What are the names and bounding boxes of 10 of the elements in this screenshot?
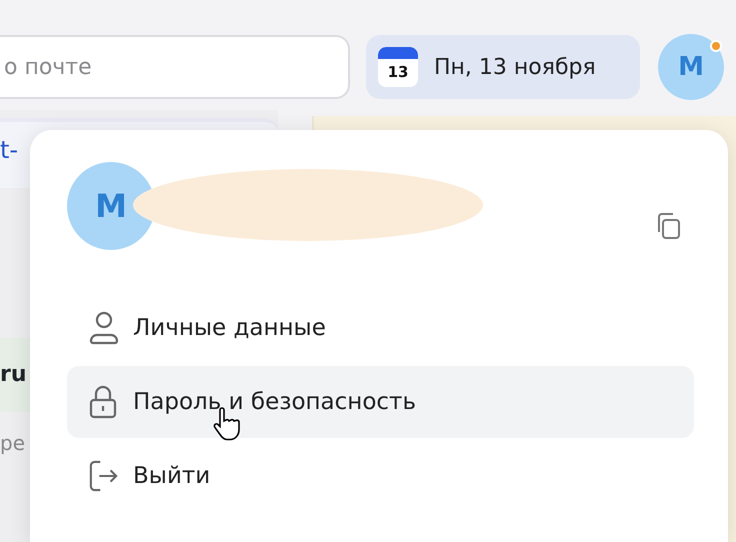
menu-item[interactable]: Пароль и безопасность [67,366,694,438]
date-button[interactable]: 13 Пн, 13 ноября [366,35,640,99]
preview-text: ре [0,430,26,457]
menu-item[interactable]: Выйти [67,440,694,512]
lock-icon [89,385,117,419]
avatar: М [67,162,155,250]
copy-icon[interactable] [656,212,682,240]
person-icon [89,311,119,345]
logout-icon [89,459,119,493]
calendar-icon: 13 [378,47,418,87]
